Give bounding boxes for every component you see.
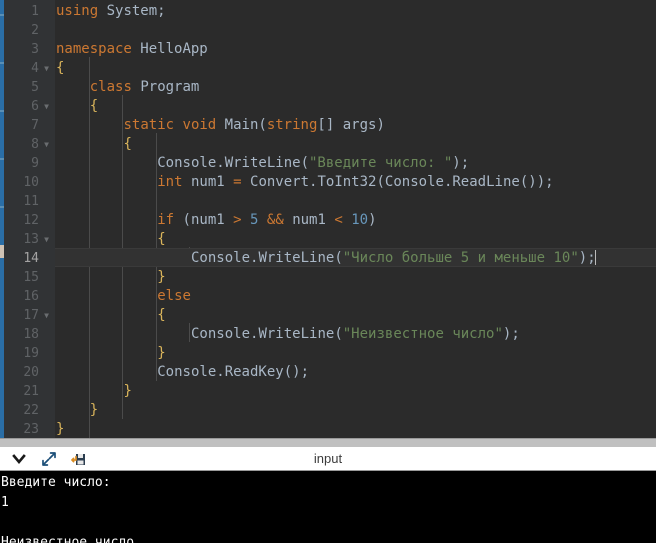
code-line[interactable]: static void Main(string[] args) xyxy=(55,116,656,135)
code-line[interactable]: } xyxy=(55,420,656,438)
line-number[interactable]: 19 xyxy=(4,344,55,363)
run-panel-toolbar: input xyxy=(0,447,656,471)
fold-arrow-icon[interactable]: ▼ xyxy=(41,135,52,154)
code-line[interactable]: } xyxy=(55,268,656,287)
code-line[interactable]: using System; xyxy=(55,2,656,21)
code-text-area[interactable]: using System; namespace HelloApp{ class P… xyxy=(55,0,656,438)
line-number[interactable]: 7 xyxy=(4,116,55,135)
code-line[interactable] xyxy=(55,21,656,40)
line-number[interactable]: 20 xyxy=(4,363,55,382)
console-line: Введите число: xyxy=(1,475,111,490)
code-line[interactable]: else xyxy=(55,287,656,306)
line-number[interactable]: 8 ▼ xyxy=(4,135,55,154)
text-caret xyxy=(594,250,596,265)
code-line[interactable]: { xyxy=(55,230,656,249)
code-line[interactable]: { xyxy=(55,135,656,154)
code-line[interactable]: } xyxy=(55,344,656,363)
code-line[interactable]: { xyxy=(55,306,656,325)
fold-arrow-icon[interactable]: ▼ xyxy=(41,59,52,78)
line-number[interactable]: 13 ▼ xyxy=(4,230,55,249)
console-line: 1 xyxy=(1,495,9,510)
code-line[interactable]: if (num1 > 5 && num1 < 10) xyxy=(55,211,656,230)
code-line[interactable]: Console.WriteLine("Введите число: "); xyxy=(55,154,656,173)
fold-arrow-icon[interactable]: ▼ xyxy=(41,230,52,249)
line-number[interactable]: 23 xyxy=(4,420,55,438)
line-number[interactable]: 2 xyxy=(4,21,55,40)
code-line[interactable]: } xyxy=(55,401,656,420)
code-line[interactable]: int num1 = Convert.ToInt32(Console.ReadL… xyxy=(55,173,656,192)
line-number[interactable]: 18 xyxy=(4,325,55,344)
line-number[interactable]: 16 xyxy=(4,287,55,306)
code-line[interactable]: class Program xyxy=(55,78,656,97)
code-line[interactable] xyxy=(55,192,656,211)
fold-arrow-icon[interactable]: ▼ xyxy=(41,97,52,116)
line-number[interactable]: 14 xyxy=(4,249,55,268)
console-line: Неизвестное число xyxy=(1,535,135,543)
line-number[interactable]: 21 xyxy=(4,382,55,401)
code-editor[interactable]: 1 2 3 4 ▼ 5 6 ▼ 7 8 ▼ 9 10 11 12 13 ▼ 14 15 16 17 ▼ 18 19 20 21 22… xyxy=(0,0,656,438)
code-line[interactable]: { xyxy=(55,59,656,78)
line-number[interactable]: 6 ▼ xyxy=(4,97,55,116)
code-line[interactable]: Console.WriteLine("Число больше 5 и мень… xyxy=(55,248,656,267)
line-number[interactable]: 15 xyxy=(4,268,55,287)
line-number[interactable]: 3 xyxy=(4,40,55,59)
line-number[interactable]: 9 xyxy=(4,154,55,173)
code-line[interactable]: namespace HelloApp xyxy=(55,40,656,59)
line-number[interactable]: 11 xyxy=(4,192,55,211)
console-output[interactable]: Введите число: 1 Неизвестное число xyxy=(0,471,656,543)
fold-arrow-icon[interactable]: ▼ xyxy=(41,306,52,325)
code-line[interactable]: { xyxy=(55,97,656,116)
code-line[interactable]: Console.ReadKey(); xyxy=(55,363,656,382)
code-line[interactable]: } xyxy=(55,382,656,401)
line-number[interactable]: 5 xyxy=(4,78,55,97)
line-number[interactable]: 17 ▼ xyxy=(4,306,55,325)
panel-splitter[interactable] xyxy=(0,438,656,447)
line-number[interactable]: 12 xyxy=(4,211,55,230)
run-panel-title: input xyxy=(313,451,343,466)
line-number-gutter[interactable]: 1 2 3 4 ▼ 5 6 ▼ 7 8 ▼ 9 10 11 12 13 ▼ 14 15 16 17 ▼ 18 19 20 21 22… xyxy=(4,0,55,438)
code-line[interactable]: Console.WriteLine("Неизвестное число"); xyxy=(55,325,656,344)
line-number[interactable]: 4 ▼ xyxy=(4,59,55,78)
line-number[interactable]: 1 xyxy=(4,2,55,21)
line-number[interactable]: 22 xyxy=(4,401,55,420)
line-number[interactable]: 10 xyxy=(4,173,55,192)
ide-window: 1 2 3 4 ▼ 5 6 ▼ 7 8 ▼ 9 10 11 12 13 ▼ 14 15 16 17 ▼ 18 19 20 21 22… xyxy=(0,0,656,543)
